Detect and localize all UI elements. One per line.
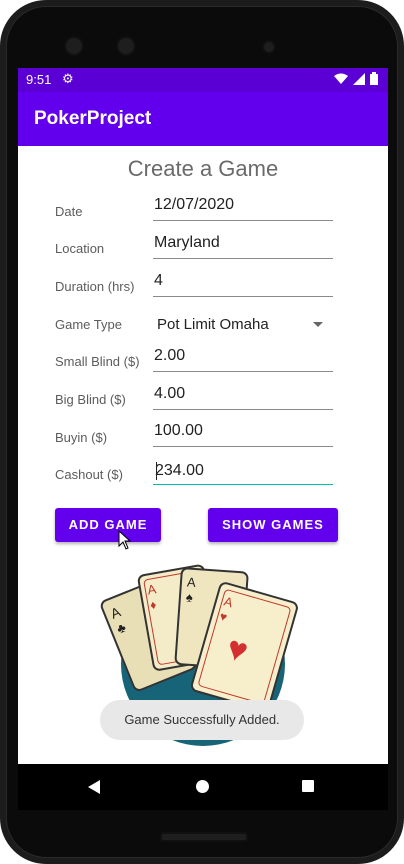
cashout-value: 234.00 bbox=[155, 462, 204, 479]
app-bar: PokerProject bbox=[18, 92, 388, 146]
date-label: Date bbox=[55, 204, 83, 219]
wifi-icon bbox=[334, 73, 348, 84]
signal-icon bbox=[353, 72, 365, 85]
back-icon[interactable] bbox=[88, 780, 100, 794]
app-screen: 9:51 ⚙ PokerProject Create a Game Date 1… bbox=[18, 68, 388, 810]
page-title: Create a Game bbox=[127, 156, 279, 181]
recents-icon[interactable] bbox=[302, 780, 314, 792]
big-blind-value: 4.00 bbox=[154, 385, 186, 402]
battery-icon bbox=[370, 72, 378, 85]
buyin-value: 100.00 bbox=[154, 422, 203, 439]
gear-icon: ⚙ bbox=[62, 71, 74, 86]
game-type-label: Game Type bbox=[55, 317, 122, 332]
dropdown-arrow-icon bbox=[313, 322, 323, 327]
show-games-button[interactable]: SHOW GAMES bbox=[208, 508, 338, 542]
location-field[interactable]: Maryland bbox=[153, 232, 333, 259]
cashout-label: Cashout ($) bbox=[55, 467, 123, 482]
buyin-label: Buyin ($) bbox=[55, 430, 108, 445]
sensor-icon bbox=[116, 36, 136, 56]
date-field[interactable]: 12/07/2020 bbox=[153, 194, 333, 221]
text-cursor bbox=[156, 462, 157, 480]
buyin-field[interactable]: 100.00 bbox=[153, 420, 333, 447]
front-camera-icon bbox=[64, 36, 84, 56]
duration-label: Duration (hrs) bbox=[55, 279, 135, 294]
location-label: Location bbox=[55, 241, 105, 256]
app-title: PokerProject bbox=[34, 108, 152, 129]
duration-field[interactable]: 4 bbox=[153, 270, 333, 297]
svg-text:A: A bbox=[186, 574, 196, 590]
mouse-pointer-icon bbox=[118, 530, 132, 550]
status-icons bbox=[334, 72, 378, 85]
big-blind-label: Big Blind ($) bbox=[55, 392, 126, 407]
status-time: 9:51 bbox=[26, 72, 52, 87]
speaker-grille bbox=[160, 832, 248, 842]
date-value: 12/07/2020 bbox=[154, 196, 235, 213]
duration-value: 4 bbox=[154, 272, 163, 289]
system-nav-bar bbox=[18, 764, 388, 810]
proximity-sensor-icon bbox=[262, 40, 276, 54]
status-bar: 9:51 ⚙ bbox=[18, 68, 388, 92]
big-blind-field[interactable]: 4.00 bbox=[153, 383, 333, 410]
game-type-dropdown[interactable]: Pot Limit Omaha bbox=[153, 312, 333, 338]
small-blind-value: 2.00 bbox=[154, 347, 186, 364]
toast-message: Game Successfully Added. bbox=[100, 700, 304, 740]
cashout-field[interactable]: 234.00 bbox=[153, 458, 333, 485]
phone-frame: 9:51 ⚙ PokerProject Create a Game Date 1… bbox=[0, 0, 404, 864]
home-icon[interactable] bbox=[196, 780, 209, 793]
small-blind-label: Small Blind ($) bbox=[55, 354, 140, 369]
add-game-button[interactable]: ADD GAME bbox=[55, 508, 161, 542]
location-value: Maryland bbox=[154, 234, 220, 251]
svg-text:♠: ♠ bbox=[185, 589, 193, 604]
small-blind-field[interactable]: 2.00 bbox=[153, 345, 333, 372]
game-type-value: Pot Limit Omaha bbox=[157, 316, 269, 333]
